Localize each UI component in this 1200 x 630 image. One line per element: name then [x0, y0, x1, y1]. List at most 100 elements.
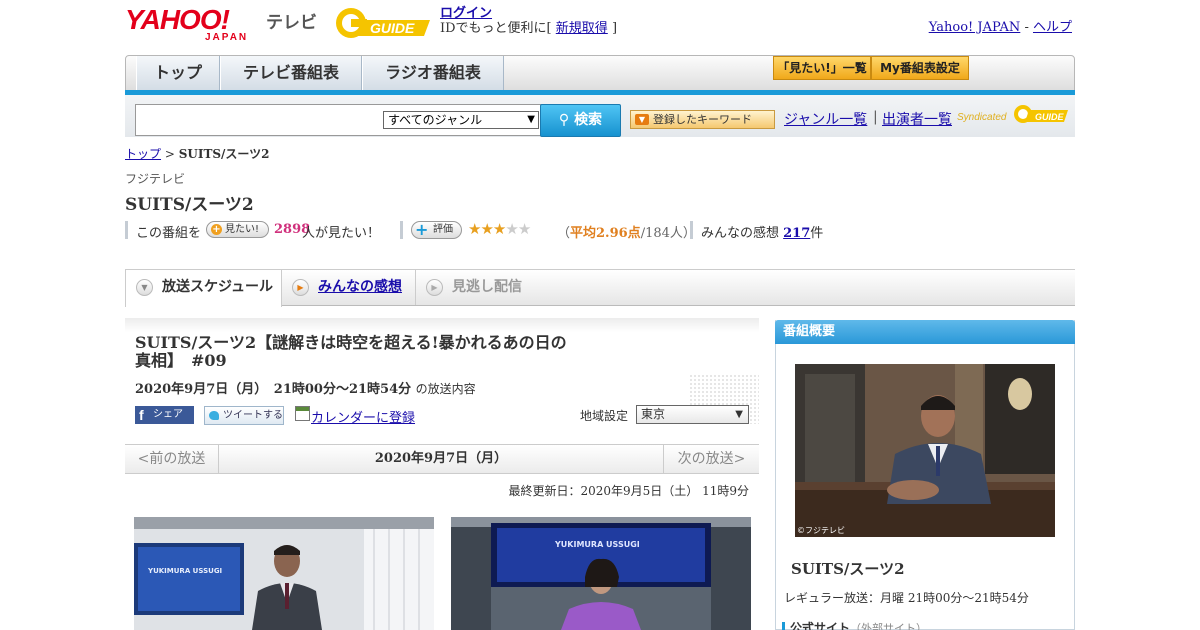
sidebar-heading: 番組概要	[775, 320, 1075, 344]
episode-photo[interactable]: YUKIMURA USSUGI	[134, 517, 434, 630]
channel-name: フジテレビ	[125, 172, 186, 186]
search-icon: ⚲	[558, 112, 570, 128]
add-to-calendar-link[interactable]: カレンダーに登録	[311, 407, 415, 426]
tab-broadcast-schedule[interactable]: ▼ 放送スケジュール	[125, 270, 282, 307]
registered-keyword-button[interactable]: ▼ 登録したキーワード	[630, 110, 775, 129]
episode-airtime: 2020年9月7日（月） 21時00分～21時54分 の放送内容	[135, 378, 476, 397]
twitter-bird-icon	[209, 411, 219, 420]
tab-label: みんなの感想	[318, 279, 402, 295]
episode-date-suffix: の放送内容	[415, 382, 476, 396]
mitai-list-button[interactable]: 「見たい!」一覧	[773, 56, 871, 80]
regular-broadcast-time: レギュラー放送：月曜 21時00分～21時54分	[784, 591, 1029, 605]
logo-yahoo-text: YAHOO!	[125, 4, 230, 35]
average-open: （	[557, 226, 571, 241]
main-nav: トップ テレビ番組表 ラジオ番組表 「見たい!」一覧 My番組表設定	[125, 55, 1075, 91]
search-button-label: 検索	[574, 112, 603, 128]
mitai-prefix: この番組を	[136, 226, 202, 241]
genre-select-value: すべてのジャンル	[388, 113, 483, 127]
average-rating-value: 平均2.96点	[570, 226, 641, 241]
external-site-note: （外部サイト）	[850, 622, 928, 630]
plus-icon: +	[415, 220, 429, 239]
official-site-label: 公式サイト	[790, 621, 851, 630]
tv-label: テレビ	[266, 13, 317, 33]
tab-impressions[interactable]: ▶ みんなの感想	[282, 270, 416, 305]
average-rating: （平均2.96点/184人）	[557, 222, 696, 241]
program-overview-sidebar: 番組概要 ©フジテレビ SUITS/スーツ2 レギュラー放送：月曜 21時00分…	[775, 320, 1075, 630]
rate-button[interactable]: + 評価	[411, 221, 462, 239]
g-guide-logo[interactable]: GUIDE	[334, 6, 432, 40]
impressions-summary: みんなの感想 217件	[701, 222, 823, 241]
logo-japan-text: JAPAN	[205, 32, 249, 43]
mitai-button[interactable]: + 見たい!	[206, 221, 269, 238]
photo-sign-text: YUKIMURA USSUGI	[147, 567, 222, 575]
plus-icon: +	[211, 224, 222, 235]
calendar-icon	[295, 406, 310, 421]
breadcrumb-home-link[interactable]: トップ	[125, 147, 161, 161]
average-rating-people: /184人）	[640, 226, 696, 241]
rating-stars: ★★★★★	[468, 220, 531, 238]
previous-broadcast-link[interactable]: <前の放送	[125, 445, 219, 473]
broadcast-pager: <前の放送 2020年9月7日（月） 次の放送>	[125, 444, 759, 474]
chevron-right-icon: ▶	[426, 279, 443, 296]
breadcrumb: トップ > SUITS/スーツ2	[125, 145, 270, 162]
twitter-share-button[interactable]: ツイートする	[204, 406, 284, 425]
region-select-value: 東京	[641, 407, 666, 421]
photo-credit: ©フジテレビ	[797, 526, 845, 535]
next-broadcast-link[interactable]: 次の放送>	[663, 445, 759, 473]
tab-missed-streaming: ▶ 見逃し配信	[416, 270, 551, 305]
rating-star-icon: ★	[517, 220, 531, 238]
page-title: SUITS/スーツ2	[125, 195, 254, 215]
region-select[interactable]: 東京 ▼	[636, 405, 749, 424]
episode-title: SUITS/スーツ2【謎解きは時空を超える!暴かれるあの日の真相】 #09	[135, 333, 567, 370]
g-guide-small-logo: GUIDE	[1014, 105, 1068, 123]
yahoo-japan-link[interactable]: Yahoo! JAPAN	[929, 20, 1021, 35]
help-link[interactable]: ヘルプ	[1033, 20, 1072, 35]
region-label: 地域設定	[580, 409, 629, 423]
genre-select[interactable]: すべてのジャンル ▼	[383, 111, 539, 129]
impressions-unit: 件	[810, 226, 824, 241]
program-stats: この番組を + 見たい! 2898 人が見たい！ + 評価 ★★★★★ （平均2…	[125, 220, 1075, 241]
rating-star-icon: ★	[492, 220, 506, 238]
facebook-icon: f	[139, 407, 144, 423]
chevron-down-icon: ▼	[136, 279, 153, 296]
program-photo: ©フジテレビ	[795, 364, 1055, 537]
chevron-right-icon: ▶	[292, 279, 309, 296]
dropdown-arrow-icon: ▼	[527, 114, 535, 125]
header-link-separator: -	[1020, 20, 1033, 35]
yahoo-japan-logo[interactable]: YAHOO! JAPAN	[125, 4, 261, 44]
sidebar-program-title: SUITS/スーツ2	[791, 560, 905, 578]
last-updated: 最終更新日：2020年9月5日（土） 11時9分	[508, 484, 749, 498]
link-separator: |	[873, 109, 878, 125]
genre-list-link[interactable]: ジャンル一覧	[784, 109, 867, 129]
my-schedule-settings-button[interactable]: My番組表設定	[871, 56, 969, 80]
photo-sign-text: YUKIMURA USSUGI	[554, 540, 640, 549]
rating-star-icon: ★	[468, 220, 481, 238]
performer-list-link[interactable]: 出演者一覧	[882, 109, 952, 129]
official-site-heading: 公式サイト（外部サイト）	[782, 622, 927, 630]
signup-link[interactable]: 新規取得	[556, 21, 608, 36]
episode-date: 2020年9月7日（月） 21時00分～21時54分	[135, 382, 412, 397]
nav-tab-tv-schedule[interactable]: テレビ番組表	[220, 56, 362, 90]
facebook-share-label: シェア	[153, 409, 183, 420]
rating-star-icon: ★	[505, 220, 518, 238]
registered-keyword-label: 登録したキーワード	[653, 113, 752, 126]
login-link[interactable]: ログイン	[440, 6, 492, 21]
stat-divider	[690, 221, 693, 239]
search-button[interactable]: ⚲ 検索	[540, 104, 621, 137]
login-block: ログイン IDでもっと便利に[ 新規取得 ]	[440, 6, 617, 36]
episode-photo[interactable]: YUKIMURA USSUGI	[451, 517, 751, 630]
episode-panel: SUITS/スーツ2【謎解きは時空を超える!暴かれるあの日の真相】 #09 20…	[125, 318, 759, 442]
facebook-share-button[interactable]: f シェア	[135, 406, 194, 424]
syndicated-label: Syndicated	[957, 112, 1007, 123]
impressions-count-link[interactable]: 217	[783, 226, 810, 241]
nav-tab-radio-schedule[interactable]: ラジオ番組表	[362, 56, 504, 90]
login-prompt: IDでもっと便利に[	[440, 21, 552, 36]
twitter-share-label: ツイートする	[223, 410, 283, 421]
pager-date: 2020年9月7日（月）	[374, 451, 508, 466]
login-prompt-end: ]	[611, 21, 618, 36]
rating-star-icon: ★	[480, 220, 493, 238]
impressions-label: みんなの感想	[701, 226, 784, 241]
mitai-suffix: 人が見たい！	[302, 226, 381, 241]
nav-tab-top[interactable]: トップ	[136, 56, 220, 90]
breadcrumb-separator: >	[161, 147, 179, 161]
